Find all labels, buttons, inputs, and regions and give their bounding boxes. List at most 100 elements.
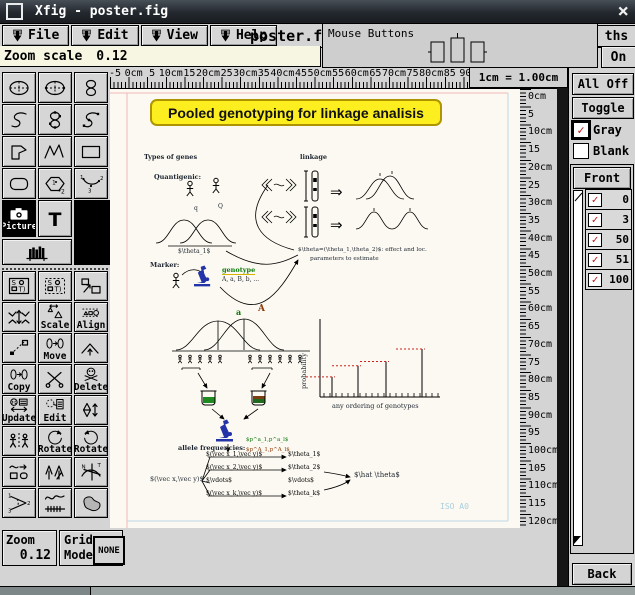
poster-allele-a: a [236,307,241,317]
scale-tool[interactable]: Scale [38,302,72,332]
depth-row-3[interactable]: ✓3 [585,209,632,230]
svg-text:1: 1 [8,494,12,500]
closed-interp-spline-tool[interactable] [38,104,72,135]
depth-checkbox[interactable]: ✓ [588,233,602,247]
picture-tool[interactable]: Picture [2,200,36,237]
tangent-tool[interactable]: NT [74,457,108,487]
back-button[interactable]: Back [572,563,632,585]
picture-tool-label: Picture [2,223,36,232]
ellipse-radius-tool[interactable] [2,72,36,103]
closed-polyline-tool[interactable] [2,136,36,167]
convert-tool[interactable] [2,457,36,487]
zoom-indicator-value: 0.12 [20,548,51,563]
copy-point-tool[interactable] [2,333,36,363]
move-tool[interactable]: Move [38,333,72,363]
unit-scale-box[interactable]: 1cm = 1.00cm [469,67,568,88]
vertical-ruler[interactable]: 0cm510cm1520cm2530cm3540cm4550cm5560cm65… [520,88,557,528]
tree-row: $\vdots$$\vdots$ [206,477,366,490]
text-tool[interactable]: T [38,200,72,237]
zoom-indicator[interactable]: Zoom 0.12 [2,530,57,566]
tree-row-left: $(\vec x_k,\vec y)$ [206,490,288,503]
measure-length-tool[interactable] [38,488,72,518]
cut-point-tool[interactable] [38,364,72,394]
window-title: Xfig - poster.fig [35,4,168,19]
blank-checkbox[interactable] [573,143,589,159]
update-tool[interactable]: Update [2,395,36,425]
menu-label: View [167,28,198,43]
svg-text:N: N [82,465,86,471]
vruler-label: 75 [528,357,540,368]
depth-list-scrollbar[interactable] [573,190,583,546]
closed-spline-tool[interactable] [74,72,108,103]
move-tool-label: Move [44,352,67,361]
menu-view[interactable]: View [141,25,208,46]
copy-tool[interactable]: Copy [2,364,36,394]
depths-on-button[interactable]: On [601,46,635,68]
grid-mode-indicator[interactable]: Grid Mode NONE [59,530,123,566]
vruler-label: 85 [528,392,540,403]
ellipse-diameter-tool[interactable] [38,72,72,103]
regular-polygon-tool[interactable]: 12 [38,168,72,199]
break-compound-tool[interactable]: ST) [38,271,72,301]
depth-row-51[interactable]: ✓51 [585,249,632,270]
depth-checkbox[interactable]: ✓ [588,253,602,267]
move-point-tool[interactable] [2,302,36,332]
rotate-cw-tool[interactable]: Rotate [38,426,72,456]
measure-area-tool[interactable] [74,488,108,518]
all-off-button[interactable]: All Off [572,73,634,95]
box-tool[interactable] [74,136,108,167]
svg-text:⇒: ⇒ [330,216,343,234]
arcbox-tool[interactable] [2,168,36,199]
depth-checkbox[interactable]: ✓ [588,273,602,287]
tree-row-right: $\theta_2$ [288,464,320,477]
horizontal-ruler[interactable]: -50cm510cm1520cm2530cm3540cm4550cm5560cm… [110,68,470,88]
bottom-scrollbar-left[interactable] [0,586,90,595]
depth-checkbox[interactable]: ✓ [588,213,602,227]
poster-types-of-genes: Types of genes [144,153,197,161]
glue-compound-tool[interactable]: ST) [2,271,36,301]
mirror-tool[interactable] [2,426,36,456]
update-tool-label: Update [2,414,36,423]
window-menu-icon[interactable] [6,3,23,20]
measure-angle-tool[interactable]: 123 [2,488,36,518]
polyline-tool[interactable] [38,136,72,167]
close-icon[interactable]: × [618,0,629,22]
canvas-horizontal-scrollbar[interactable] [90,586,635,595]
vruler-label: 90cm [528,410,552,421]
interp-spline-tool[interactable] [74,104,108,135]
toggle-button[interactable]: Toggle [572,97,634,119]
approx-spline-tool[interactable] [2,104,36,135]
rotate-ccw-tool[interactable]: Rotate [74,426,108,456]
gray-checkbox[interactable]: ✓ [571,120,591,140]
align-tool-label: Align [77,321,106,330]
depth-checkbox[interactable]: ✓ [588,193,602,207]
hruler-label: 60cm [345,68,369,79]
hruler-label: 15 [183,68,195,79]
depth-panel: All Off Toggle ✓ Gray Blank Front ✓0✓3✓5… [568,68,635,595]
grid-mode-value[interactable]: NONE [93,536,125,565]
vruler-label: 70cm [528,339,552,350]
edit-tool[interactable]: Edit [38,395,72,425]
align-tool[interactable]: Align [74,302,108,332]
depth-row-50[interactable]: ✓50 [585,229,632,250]
depth-row-0[interactable]: ✓0 [585,189,632,210]
delete-tool[interactable]: Delete [74,364,108,394]
sharpen-tool[interactable] [38,457,72,487]
library-tool[interactable] [2,239,72,265]
add-point-tool[interactable] [74,333,108,363]
canvas-vertical-scrollbar[interactable] [557,68,568,595]
canvas[interactable]: ⇒ ⇒ [110,88,520,528]
vruler-label: 95 [528,427,540,438]
vruler-label: 115 [528,498,546,509]
arc-tool[interactable]: 123 [74,168,108,199]
depth-row-100[interactable]: ✓100 [585,269,632,290]
front-button[interactable]: Front [573,167,631,189]
menu-edit[interactable]: Edit [71,25,138,46]
menu-file[interactable]: File [2,25,69,46]
hruler-label: 55 [332,68,344,79]
tree-hat: $\hat \theta$ [354,471,400,479]
tree-root: $(\vec x,\vec y)$ [150,475,204,483]
scale-point-tool[interactable] [74,271,108,301]
scrollbar-down-arrow-icon[interactable] [574,536,581,544]
flip-tool[interactable] [74,395,108,425]
